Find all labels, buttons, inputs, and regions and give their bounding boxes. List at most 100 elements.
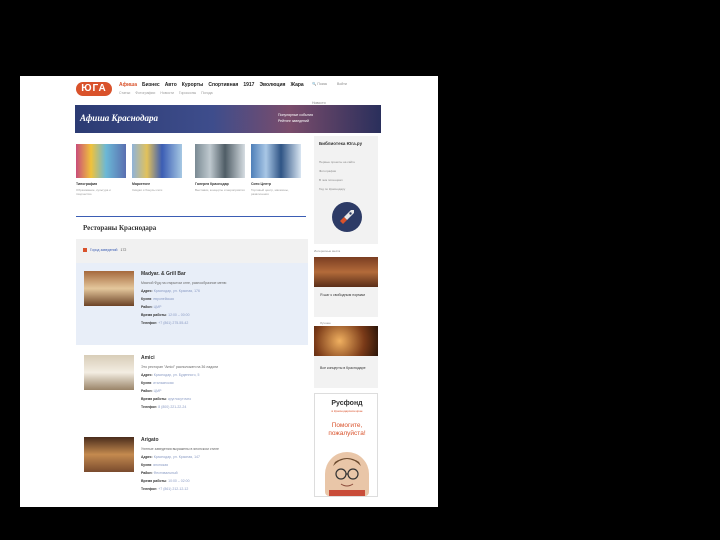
restaurant-info: Arigato Уютные заведения выражены в япон… (141, 437, 301, 491)
filter-count: 172 (120, 248, 127, 252)
restaurant-hours: Время работы: круглосуточно (141, 397, 192, 401)
library-widget[interactable]: Библиотека Юга.ру Первые проекты на сайт… (314, 136, 378, 244)
header-actions: 🔍 Поиск Войти (312, 82, 347, 86)
library-link[interactable]: Первые проекты на сайте (319, 160, 371, 164)
featured-tiles: Типография Образование, культура и творч… (76, 144, 306, 214)
restaurant-photo (84, 355, 134, 390)
restaurant-photo (84, 437, 134, 472)
sidebar-card-image (314, 326, 378, 356)
restaurant-list: Город заведений 172 Madyar. & Grill Bar … (76, 239, 308, 507)
restaurant-name[interactable]: Amici (141, 355, 301, 361)
tile-desc: Выставки, концерты и мероприятия (195, 188, 245, 192)
page: ЮГА Афиша Бизнес Авто Курорты Спортивная… (68, 76, 404, 507)
subnav-item[interactable]: Погода (201, 91, 213, 95)
tile-image (251, 144, 301, 178)
browser-viewport: ЮГА Афиша Бизнес Авто Курорты Спортивная… (20, 76, 438, 507)
afisha-banner: Афиша Краснодара Популярные события Рейт… (75, 105, 381, 133)
sidebar-label: Лучшее (320, 321, 331, 325)
nav-item[interactable]: Афиша (119, 82, 137, 88)
restaurant-cuisine: Кухня: итальянская (141, 381, 174, 385)
restaurant-info: Madyar. & Grill Bar Мясной Фуд на открыт… (141, 271, 301, 325)
restaurant-phone: Телефон: +7 (861) 212-12-12 (141, 487, 189, 491)
restaurant-item[interactable]: Arigato Уютные заведения выражены в япон… (76, 427, 308, 507)
tile-title: Галерея Краснодар (195, 182, 229, 186)
featured-tile[interactable]: Сити Центр Торговый центр, магазины, раз… (251, 144, 301, 196)
subnav-item[interactable]: Статьи (119, 91, 130, 95)
tile-title: Сити Центр (251, 182, 272, 186)
restaurant-hours: Время работы: 12:00 – 00:00 (141, 313, 190, 317)
rusfond-ad[interactable]: Русфонд в Краснодарском крае Помогите, п… (314, 393, 378, 497)
subnav-item[interactable]: Новости (160, 91, 174, 95)
restaurant-address: Адрес: Краснодар, ул. Буденного, 5 (141, 373, 200, 377)
featured-tile[interactable]: Типография Образование, культура и творч… (76, 144, 126, 196)
logo[interactable]: ЮГА (76, 82, 112, 96)
restaurant-phone: Телефон: 8 (800) 221-22-24 (141, 405, 187, 409)
restaurant-name[interactable]: Madyar. & Grill Bar (141, 271, 301, 277)
sidebar: Библиотека Юга.ру Первые проекты на сайт… (314, 136, 378, 507)
subnav-item[interactable]: Гороскопы (179, 91, 196, 95)
featured-tile[interactable]: Галерея Краснодар Выставки, концерты и м… (195, 144, 245, 192)
nav-item[interactable]: Спортивная (208, 82, 238, 88)
nav-item[interactable]: Жара (290, 82, 303, 88)
library-link[interactable]: Гид по Краснодару (319, 187, 371, 191)
banner-title: Афиша Краснодара (80, 113, 159, 123)
nav-item[interactable]: Эволюция (259, 82, 285, 88)
tile-title: Маркетинг (132, 182, 151, 186)
restaurant-item[interactable]: Madyar. & Grill Bar Мясной Фуд на открыт… (76, 263, 308, 345)
library-link[interactable]: В чем потенциал (319, 178, 371, 182)
tile-image (76, 144, 126, 178)
restaurant-name[interactable]: Arigato (141, 437, 301, 443)
restaurant-item[interactable]: Amici Это ресторан "Amici" расположен на… (76, 345, 308, 427)
restaurant-desc: Уютные заведения выражены в японском сти… (141, 447, 219, 451)
filter-label[interactable]: Город заведений (90, 248, 118, 252)
restaurant-desc: Это ресторан "Amici" расположен на 36 ла… (141, 365, 219, 369)
featured-tile[interactable]: Маркетинг Скидки и бонусы сети (132, 144, 182, 192)
filter-icon (83, 248, 87, 252)
main-nav: Афиша Бизнес Авто Курорты Спортивная 191… (119, 82, 304, 88)
sub-nav: Статьи Фотографии Новости Гороскопы Пого… (119, 91, 213, 95)
tile-desc: Торговый центр, магазины, развлечения (251, 188, 289, 196)
tile-desc: Скидки и бонусы сети (132, 188, 163, 192)
banner-link[interactable]: Рейтинг заведений (278, 118, 313, 124)
filter[interactable]: Город заведений 172 (83, 248, 126, 252)
library-link[interactable]: Фотографии (319, 169, 371, 173)
nav-item[interactable]: 1917 (243, 82, 254, 88)
section-divider (76, 216, 306, 217)
restaurant-hours: Время работы: 10:00 – 02:00 (141, 479, 190, 483)
restaurant-address: Адрес: Краснодар, ул. Красная, 176 (141, 289, 200, 293)
child-photo (325, 452, 369, 496)
tile-title: Типография (76, 182, 98, 186)
restaurant-photo (84, 271, 134, 306)
restaurant-address: Адрес: Краснодар, ул. Красная, 147 (141, 455, 200, 459)
subnav-item[interactable]: Фотографии (135, 91, 155, 95)
restaurant-district: Район: ЦМР (141, 305, 162, 309)
nav-item[interactable]: Бизнес (142, 82, 160, 88)
restaurant-district: Район: ЦМР (141, 389, 162, 393)
restaurant-info: Amici Это ресторан "Amici" расположен на… (141, 355, 301, 409)
sidebar-card-title: Я шаг к свободным нормам (320, 293, 365, 297)
restaurant-cuisine: Кухня: европейская (141, 297, 174, 301)
restaurant-phone: Телефон: +7 (861) 275-55-42 (141, 321, 189, 325)
sidebar-label: Интересные места (314, 249, 341, 253)
filter-bar: Город заведений 172 (76, 239, 308, 263)
rocket-icon (332, 202, 362, 232)
sidebar-card[interactable]: Все концерты в Краснодаре (314, 326, 378, 388)
banner-links: Популярные события Рейтинг заведений (278, 112, 313, 124)
ad-plea: Помогите, пожалуйста! (328, 422, 366, 437)
restaurant-desc: Мясной Фуд на открытом огне, разнообразн… (141, 281, 227, 285)
tile-image (195, 144, 245, 178)
search-link[interactable]: 🔍 Поиск (312, 82, 327, 86)
restaurant-district: Район: Фестивальный (141, 471, 178, 475)
tile-image (132, 144, 182, 178)
nav-item[interactable]: Курорты (182, 82, 204, 88)
library-title: Библиотека Юга.ру (319, 141, 363, 146)
sidebar-card-title: Все концерты в Краснодаре (320, 366, 366, 370)
restaurant-cuisine: Кухня: японская (141, 463, 169, 467)
sidebar-card-image (314, 257, 378, 287)
sidebar-card[interactable]: Я шаг к свободным нормам (314, 257, 378, 317)
ad-brand: Русфонд (331, 400, 363, 407)
section-title: Рестораны Краснодара (83, 224, 157, 232)
nav-item[interactable]: Авто (165, 82, 177, 88)
login-link[interactable]: Войти (337, 82, 347, 86)
tile-desc: Образование, культура и творчество (76, 188, 111, 196)
